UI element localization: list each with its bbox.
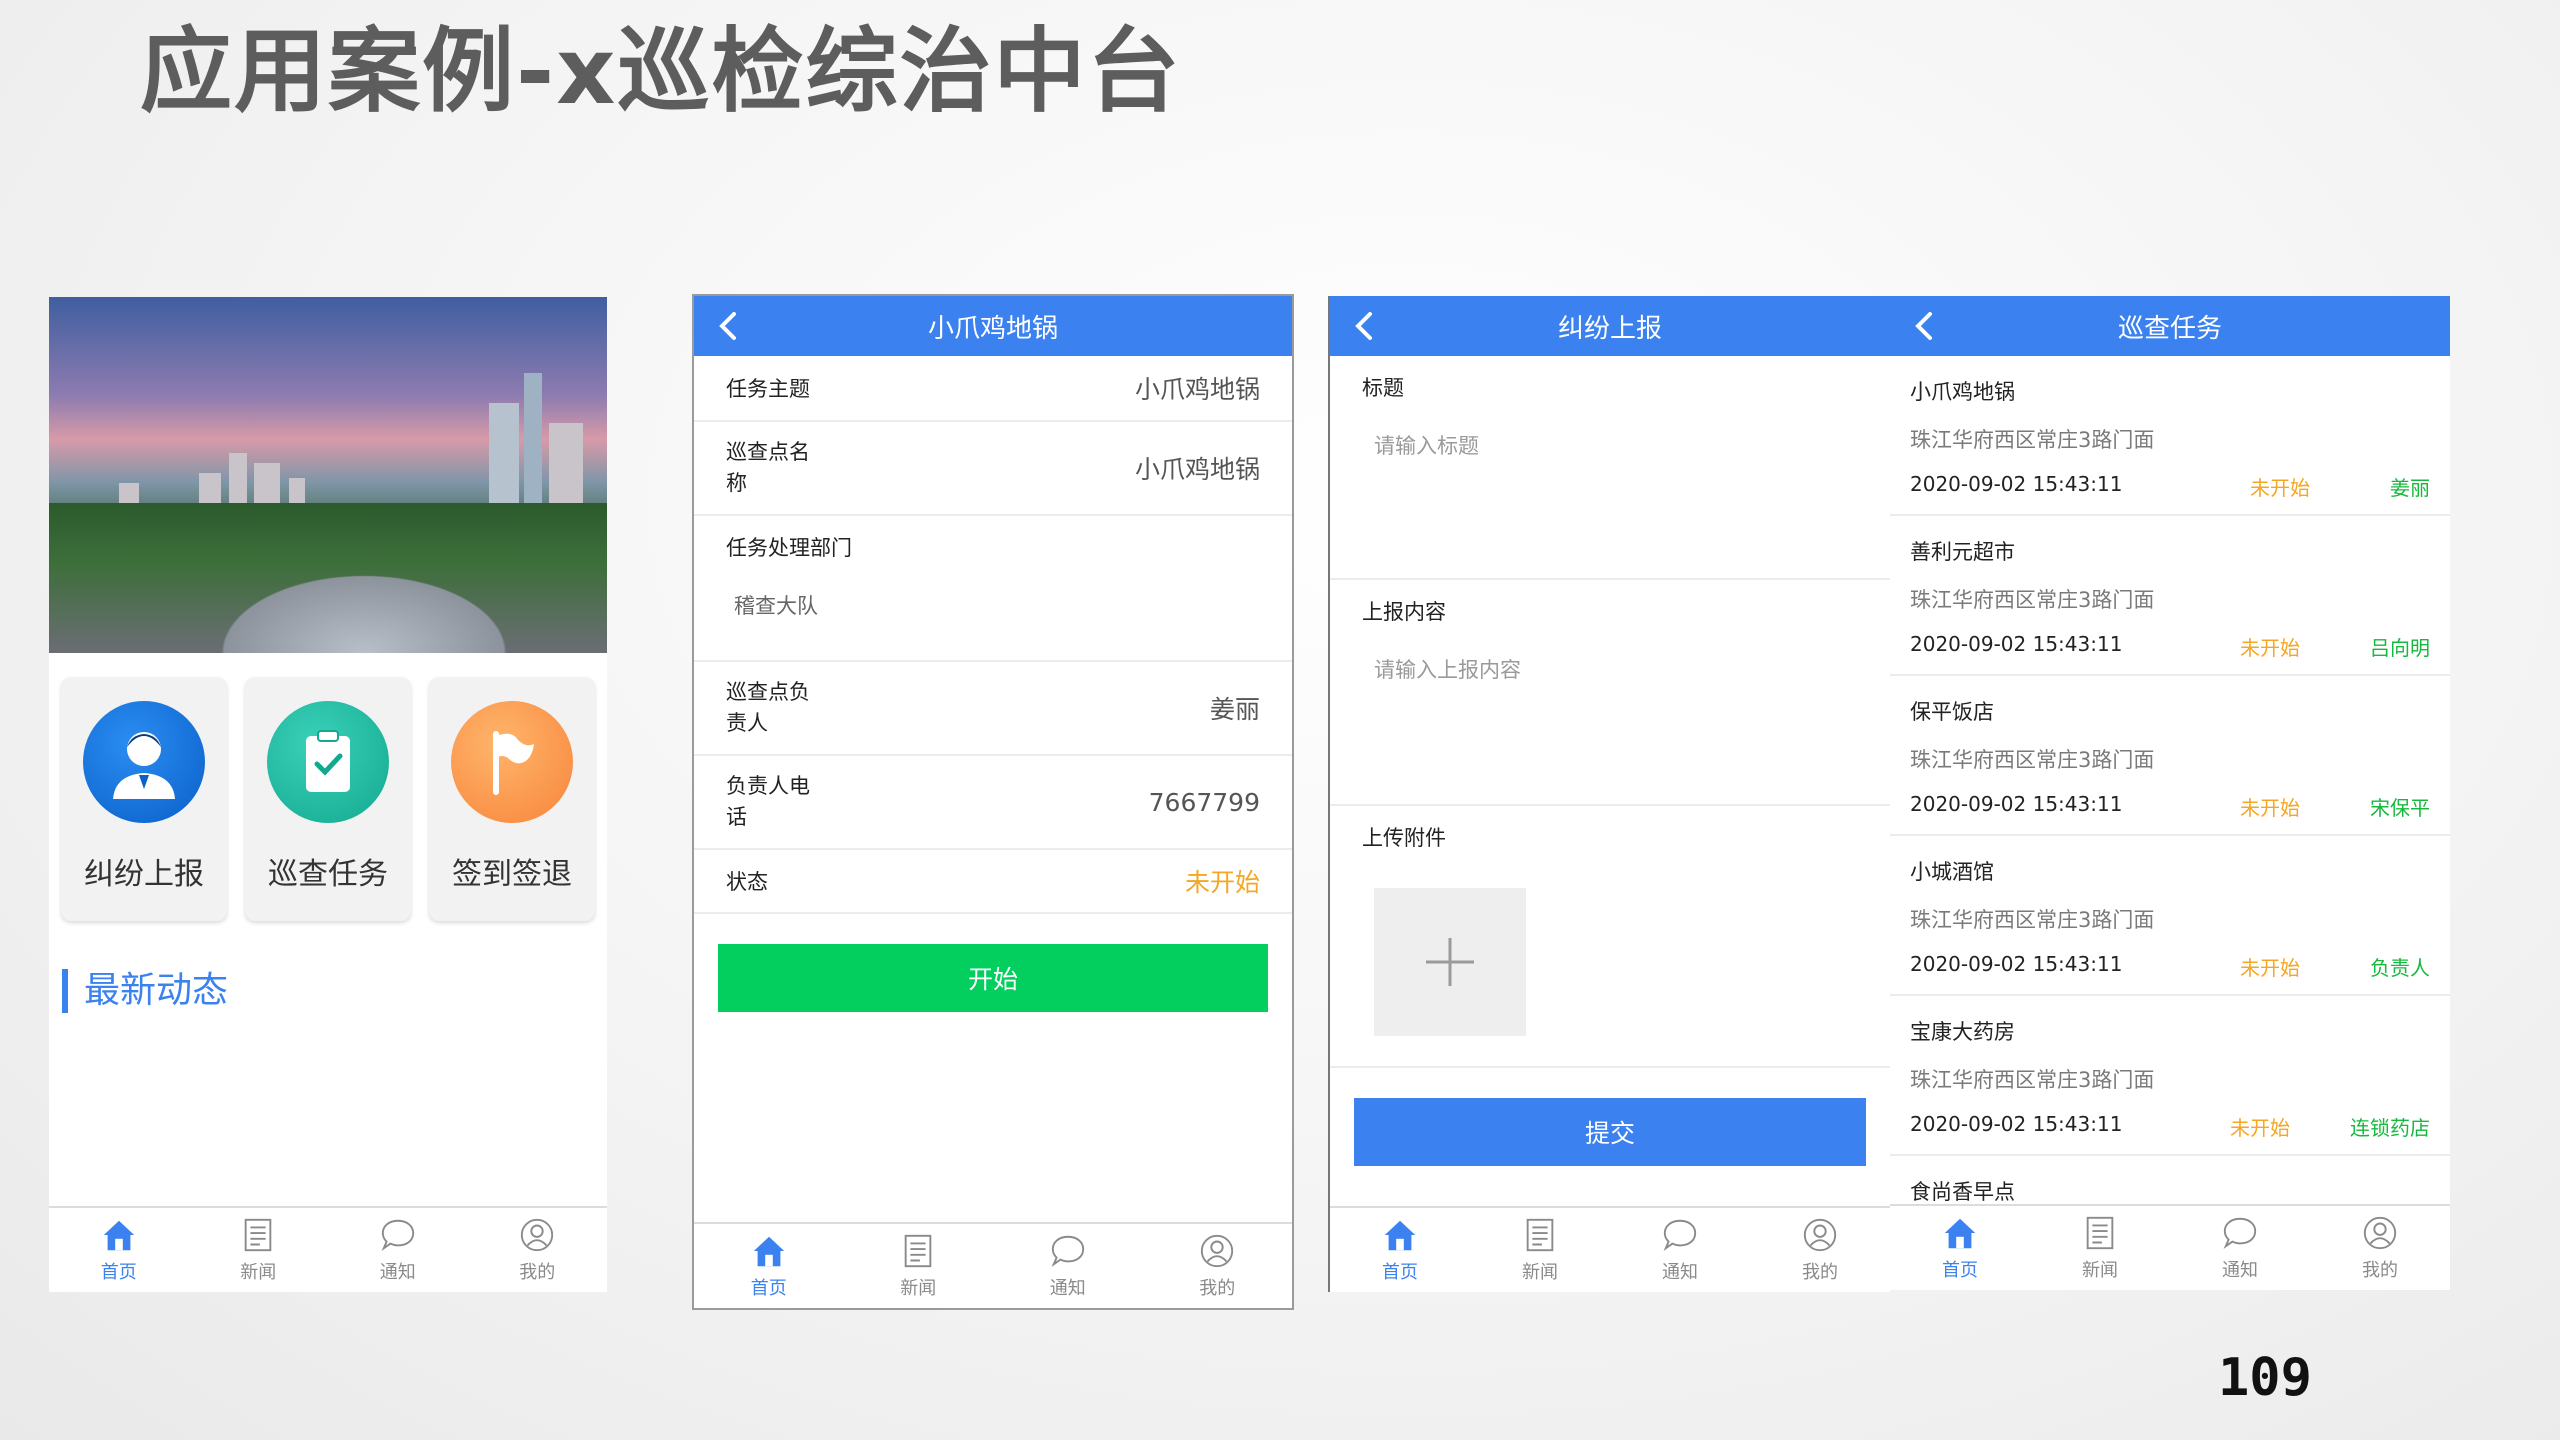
home-icon: [103, 1220, 134, 1251]
attachment-field: 上传附件: [1330, 806, 1890, 1068]
nav-title: 巡查任务: [2117, 313, 2222, 344]
back-arrow-icon[interactable]: [712, 308, 748, 344]
nav-title: 小爪鸡地锅: [927, 313, 1058, 344]
patrol-task-tile[interactable]: 巡查任务: [245, 677, 411, 921]
status-badge: 未开始: [2240, 956, 2300, 980]
profile-icon: [1201, 1234, 1234, 1268]
upload-button[interactable]: [1374, 888, 1526, 1036]
tab-mine[interactable]: 我的: [468, 1208, 608, 1292]
home-icon: [1944, 1218, 1976, 1249]
list-item[interactable]: 小城酒馆 珠江华府西区常庄3路门面 2020-09-02 15:43:11 未开始…: [1890, 836, 2450, 996]
status-badge: 未开始: [2230, 1116, 2290, 1140]
profile-icon: [1803, 1218, 1837, 1252]
tab-news[interactable]: 新闻: [189, 1208, 329, 1292]
list-item[interactable]: 保平饭店 珠江华府西区常庄3路门面 2020-09-02 15:43:11 未开始…: [1890, 676, 2450, 836]
patrol-task-list-screen: 巡查任务 小爪鸡地锅 珠江华府西区常庄3路门面 2020-09-02 15:43…: [1890, 296, 2450, 1290]
chat-bubble-icon: [2223, 1217, 2257, 1250]
nav-title: 纠纷上报: [1557, 313, 1662, 344]
task-subject-row: 任务主题 小爪鸡地锅: [694, 356, 1292, 422]
back-arrow-icon[interactable]: [1348, 308, 1384, 344]
home-icon: [1384, 1220, 1416, 1251]
tile-label: 巡查任务: [268, 857, 388, 892]
chat-bubble-icon: [1663, 1219, 1697, 1252]
tab-home[interactable]: 首页: [1330, 1208, 1470, 1292]
task-detail-screen: 小爪鸡地锅 任务主题 小爪鸡地锅 巡查点名 称 小爪鸡地锅 任务处理部门 稽查大…: [692, 294, 1294, 1310]
dispute-report-screen: 纠纷上报 标题 请输入标题 上报内容 请输入上报内容 上传附件 提交 首页 新闻…: [1328, 296, 1890, 1292]
chat-bubble-icon: [1051, 1235, 1084, 1268]
latest-news-heading: 最新动态: [62, 969, 607, 1013]
news-icon: [904, 1234, 932, 1268]
page-number: 109: [2218, 1348, 2312, 1408]
start-button[interactable]: 开始: [718, 944, 1268, 1012]
news-icon: [244, 1218, 272, 1252]
plus-icon: [1426, 938, 1474, 986]
tab-home[interactable]: 首页: [49, 1208, 189, 1292]
tab-mine[interactable]: 我的: [1750, 1208, 1890, 1292]
nav-header: 巡查任务: [1890, 296, 2450, 356]
status-badge: 未开始: [2240, 636, 2300, 660]
tile-label: 纠纷上报: [84, 857, 204, 892]
chat-bubble-icon: [381, 1219, 414, 1252]
tab-home[interactable]: 首页: [1890, 1206, 2030, 1290]
tab-bar: 首页 新闻 通知 我的: [49, 1206, 607, 1292]
list-item[interactable]: 宝康大药房 珠江华府西区常庄3路门面 2020-09-02 15:43:11 未开…: [1890, 996, 2450, 1156]
list-item[interactable]: 小爪鸡地锅 珠江华府西区常庄3路门面 2020-09-02 15:43:11 未开…: [1890, 356, 2450, 516]
status-badge: 未开始: [1184, 868, 1260, 897]
clipboard-check-icon: [267, 701, 389, 823]
slide-title: 应用案例-x巡检综治中台: [140, 18, 1182, 125]
city-banner-image: [49, 297, 607, 653]
tab-bar: 首页 新闻 通知 我的: [1330, 1206, 1890, 1292]
news-icon: [1526, 1218, 1554, 1252]
content-field: 上报内容 请输入上报内容: [1330, 580, 1890, 806]
title-input[interactable]: 请输入标题: [1374, 430, 1858, 460]
owner-row: 巡查点负 责人 姜丽: [694, 662, 1292, 756]
nav-header: 小爪鸡地锅: [694, 296, 1292, 356]
tab-notice[interactable]: 通知: [993, 1224, 1143, 1308]
tab-news[interactable]: 新闻: [2030, 1206, 2170, 1290]
checkin-tile[interactable]: 签到签退: [429, 677, 595, 921]
home-icon: [753, 1236, 784, 1267]
flag-icon: [451, 701, 573, 823]
user-icon: [83, 701, 205, 823]
patrol-point-row: 巡查点名 称 小爪鸡地锅: [694, 422, 1292, 516]
tab-mine[interactable]: 我的: [1143, 1224, 1293, 1308]
news-icon: [2086, 1216, 2114, 1250]
tab-news[interactable]: 新闻: [844, 1224, 994, 1308]
dept-row: 任务处理部门 稽查大队: [694, 516, 1292, 662]
tile-label: 签到签退: [452, 857, 572, 892]
nav-header: 纠纷上报: [1330, 296, 1890, 356]
tab-notice[interactable]: 通知: [1610, 1208, 1750, 1292]
tab-notice[interactable]: 通知: [328, 1208, 468, 1292]
tab-news[interactable]: 新闻: [1470, 1208, 1610, 1292]
dispute-report-tile[interactable]: 纠纷上报: [61, 677, 227, 921]
profile-icon: [521, 1218, 554, 1252]
tab-home[interactable]: 首页: [694, 1224, 844, 1308]
owner-phone-row: 负责人电 话 7667799: [694, 756, 1292, 850]
task-list: 小爪鸡地锅 珠江华府西区常庄3路门面 2020-09-02 15:43:11 未开…: [1890, 356, 2450, 1216]
tab-notice[interactable]: 通知: [2170, 1206, 2310, 1290]
status-badge: 未开始: [2250, 476, 2310, 500]
tab-bar: 首页 新闻 通知 我的: [694, 1222, 1292, 1308]
profile-icon: [2363, 1216, 2397, 1250]
list-item[interactable]: 善利元超市 珠江华府西区常庄3路门面 2020-09-02 15:43:11 未开…: [1890, 516, 2450, 676]
submit-button[interactable]: 提交: [1354, 1098, 1866, 1166]
status-row: 状态 未开始: [694, 850, 1292, 914]
content-input[interactable]: 请输入上报内容: [1374, 654, 1858, 684]
title-field: 标题 请输入标题: [1330, 356, 1890, 580]
tab-mine[interactable]: 我的: [2310, 1206, 2450, 1290]
back-arrow-icon[interactable]: [1908, 308, 1944, 344]
status-badge: 未开始: [2240, 796, 2300, 820]
home-screen: 纠纷上报 巡查任务 签到签退 最新动态 首页 新闻 通知 我的: [49, 297, 607, 1292]
tab-bar: 首页 新闻 通知 我的: [1890, 1204, 2450, 1290]
